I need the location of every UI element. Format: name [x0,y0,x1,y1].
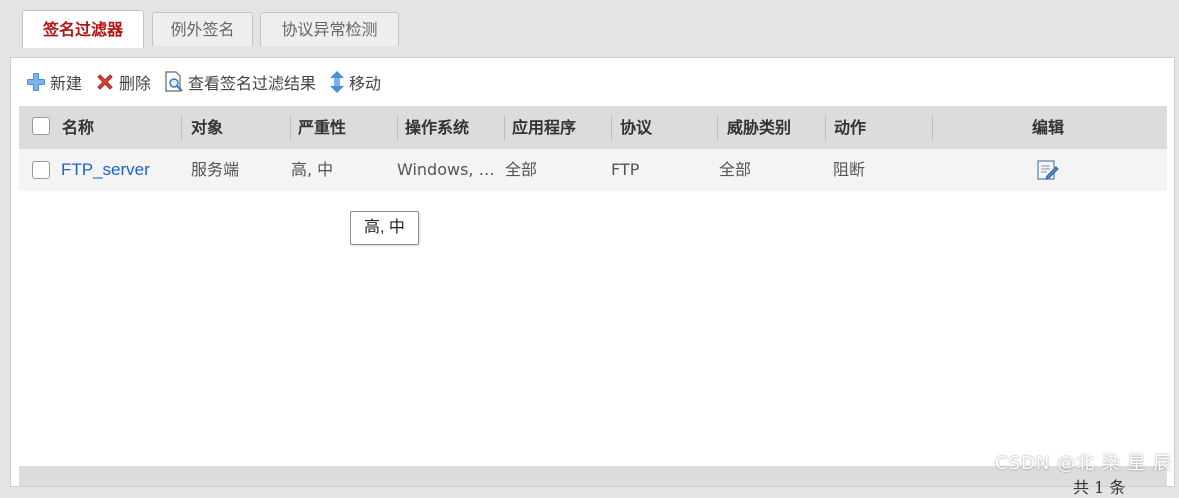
edit-button[interactable] [1036,158,1060,186]
header-name[interactable]: 名称 [62,106,94,149]
header-threat-category[interactable]: 威胁类别 [727,106,791,149]
severity-tooltip: 高, 中 [350,211,419,245]
column-separator [611,116,612,140]
column-separator [825,116,826,140]
signature-filter-table: 名称 对象 严重性 操作系统 应用程序 协议 威胁类别 动作 编辑 FTP_se… [19,106,1167,191]
delete-x-icon [97,74,113,90]
column-separator [181,116,182,140]
view-filter-result-label: 查看签名过滤结果 [188,74,317,93]
cell-object: 服务端 [191,160,240,179]
column-separator [397,116,398,140]
cell-threat-category: 全部 [719,160,752,179]
move-label: 移动 [349,74,382,93]
move-button[interactable]: 移动 [328,70,381,94]
header-object[interactable]: 对象 [191,106,223,149]
cell-protocol: FTP [611,160,640,179]
new-button[interactable]: 新建 [25,70,82,94]
record-count: 共 1 条 [1073,478,1126,497]
header-severity[interactable]: 严重性 [298,106,346,149]
move-updown-icon [330,71,345,93]
plus-icon [27,73,45,91]
cell-application: 全部 [505,160,538,179]
edit-icon [1037,160,1059,180]
new-label: 新建 [50,74,83,93]
cell-action: 阻断 [833,160,866,179]
column-separator [290,116,291,140]
header-application[interactable]: 应用程序 [512,106,576,149]
column-separator [932,116,933,140]
watermark: CSDN @北 染 星 辰 [995,453,1173,474]
header-os[interactable]: 操作系统 [405,106,469,149]
header-action[interactable]: 动作 [834,106,866,149]
delete-button[interactable]: 删除 [94,70,151,94]
table-row[interactable]: FTP_server 服务端 高, 中 Windows, … 全部 FTP 全部… [19,149,1167,191]
header-edit: 编辑 [1032,118,1065,137]
select-all-checkbox[interactable] [32,117,50,135]
column-separator [504,116,505,140]
delete-label: 删除 [119,74,152,93]
column-separator [717,116,718,140]
content-panel: 新建 删除 查看签名过滤结果 移动 名称 对象 严重性 操作系统 应用程序 协议… [10,57,1175,497]
cell-os: Windows, … [397,160,495,179]
tab-protocol-anomaly[interactable]: 协议异常检测 [260,12,399,46]
row-checkbox[interactable] [32,161,50,179]
filter-name-link[interactable]: FTP_server [61,149,179,191]
cell-severity: 高, 中 [291,160,334,179]
header-protocol[interactable]: 协议 [620,106,652,149]
tab-exception-signature[interactable]: 例外签名 [152,12,253,46]
view-filter-result-button[interactable]: 查看签名过滤结果 [163,70,316,94]
document-search-icon [165,71,183,92]
toolbar: 新建 删除 查看签名过滤结果 移动 [25,69,393,95]
table-header: 名称 对象 严重性 操作系统 应用程序 协议 威胁类别 动作 编辑 [19,106,1167,149]
tab-bar: 签名过滤器 例外签名 协议异常检测 [0,0,1179,48]
tab-signature-filter[interactable]: 签名过滤器 [22,10,144,48]
